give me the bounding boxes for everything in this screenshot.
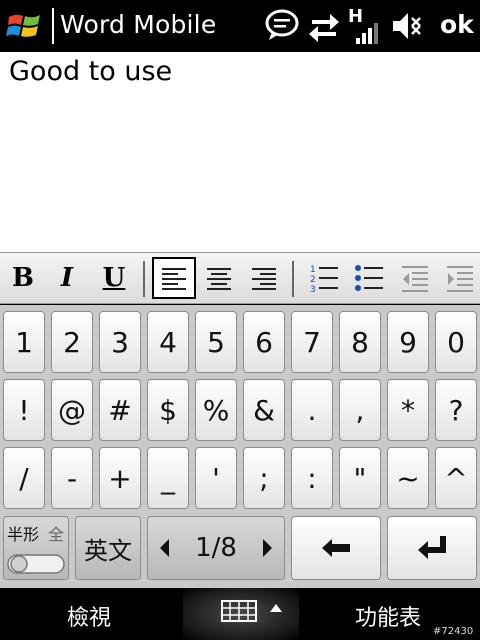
document-text[interactable]: Good to use xyxy=(9,56,172,87)
key[interactable]: 3 xyxy=(99,311,141,373)
key[interactable]: / xyxy=(3,447,45,509)
speaker-mute-icon[interactable] xyxy=(390,6,424,46)
caret-up-icon xyxy=(270,604,282,612)
bulleted-list-icon xyxy=(355,265,383,291)
bulleted-list-button[interactable] xyxy=(348,253,390,303)
svg-text:3: 3 xyxy=(310,285,316,293)
key[interactable]: ' xyxy=(195,447,237,509)
halfwidth-label: 半形 xyxy=(7,525,40,544)
english-mode-key[interactable]: 英文 xyxy=(75,516,141,580)
signal-hspa-icon xyxy=(356,23,378,44)
key[interactable]: 7 xyxy=(291,311,333,373)
arrow-right-icon[interactable] xyxy=(262,538,274,558)
arrow-left-icon[interactable] xyxy=(158,538,170,558)
key[interactable]: $ xyxy=(147,379,189,441)
key[interactable]: + xyxy=(99,447,141,509)
enter-key[interactable] xyxy=(387,516,477,580)
document-area[interactable]: Good to use xyxy=(0,52,480,252)
view-softkey[interactable]: 檢視 xyxy=(67,600,111,632)
key[interactable]: 6 xyxy=(243,311,285,373)
fullwidth-label: 全 xyxy=(48,525,65,544)
softkey-bar: 檢視 功能表 xyxy=(0,588,480,640)
decrease-indent-icon xyxy=(402,266,428,292)
page-switch-key[interactable]: 1/8 xyxy=(147,516,285,580)
soft-keyboard: 1 2 3 4 5 6 7 8 9 0 ! @ # $ % & . , * ? … xyxy=(0,305,480,588)
toolbar-divider xyxy=(292,261,294,297)
bold-button[interactable]: B xyxy=(2,253,44,303)
key[interactable]: ! xyxy=(3,379,45,441)
key[interactable]: @ xyxy=(51,379,93,441)
key[interactable]: ? xyxy=(435,379,477,441)
watermark: #72430 xyxy=(433,626,474,637)
menu-softkey[interactable]: 功能表 xyxy=(355,600,421,632)
align-right-button[interactable] xyxy=(243,253,285,303)
key[interactable]: # xyxy=(99,379,141,441)
svg-text:1: 1 xyxy=(310,265,316,275)
align-left-button[interactable] xyxy=(152,257,196,299)
input-panel-button[interactable] xyxy=(183,588,299,640)
windows-logo-icon[interactable] xyxy=(6,8,44,44)
key[interactable]: 5 xyxy=(195,311,237,373)
page-indicator: 1/8 xyxy=(195,533,237,563)
toolbar-divider xyxy=(143,261,145,297)
numbered-list-icon: 1 2 3 xyxy=(310,265,338,293)
key[interactable]: " xyxy=(339,447,381,509)
key[interactable]: ^ xyxy=(435,447,477,509)
key[interactable]: ; xyxy=(243,447,285,509)
align-center-button[interactable] xyxy=(198,253,240,303)
align-center-icon xyxy=(207,268,231,290)
key[interactable]: 4 xyxy=(147,311,189,373)
ok-button[interactable]: ok xyxy=(440,10,474,39)
signal-indicator: H xyxy=(346,6,380,46)
keyboard-icon xyxy=(221,600,257,622)
backspace-icon xyxy=(322,539,350,557)
key[interactable]: ~ xyxy=(387,447,429,509)
decrease-indent-button[interactable] xyxy=(394,253,436,303)
increase-indent-icon xyxy=(447,266,473,292)
key[interactable]: 2 xyxy=(51,311,93,373)
underline-button[interactable]: U xyxy=(93,253,135,303)
backspace-key[interactable] xyxy=(291,516,381,580)
halfwidth-fullwidth-toggle[interactable]: 半形 全 xyxy=(3,516,69,580)
increase-indent-button[interactable] xyxy=(440,253,480,303)
key[interactable]: * xyxy=(387,379,429,441)
italic-button[interactable]: I xyxy=(46,253,88,303)
key[interactable]: % xyxy=(195,379,237,441)
message-icon[interactable] xyxy=(264,6,300,46)
title-separator xyxy=(52,8,54,44)
enter-icon xyxy=(418,536,446,559)
key[interactable]: & xyxy=(243,379,285,441)
key[interactable]: . xyxy=(291,379,333,441)
key[interactable]: , xyxy=(339,379,381,441)
align-right-icon xyxy=(252,268,276,290)
align-left-icon xyxy=(162,268,186,290)
app-title: Word Mobile xyxy=(60,10,217,39)
key[interactable]: : xyxy=(291,447,333,509)
numbered-list-button[interactable]: 1 2 3 xyxy=(303,253,345,303)
svg-text:2: 2 xyxy=(310,275,316,285)
key[interactable]: _ xyxy=(147,447,189,509)
key[interactable]: 1 xyxy=(3,311,45,373)
key[interactable]: 9 xyxy=(387,311,429,373)
key[interactable]: 0 xyxy=(435,311,477,373)
key[interactable]: - xyxy=(51,447,93,509)
sync-arrows-icon xyxy=(309,14,339,42)
toggle-switch-icon xyxy=(7,554,65,574)
format-toolbar: B I U 1 2 3 xyxy=(0,252,480,304)
key[interactable]: 8 xyxy=(339,311,381,373)
title-bar: Word Mobile H ok xyxy=(0,0,480,52)
